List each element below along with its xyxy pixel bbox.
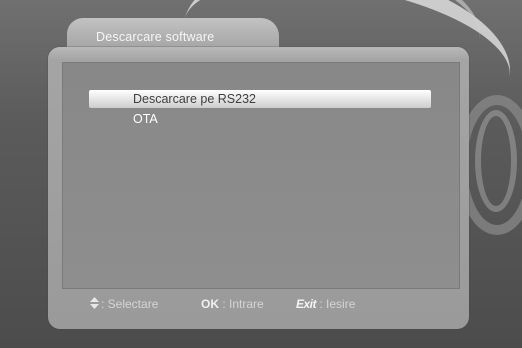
help-exit: Exit : Iesire: [296, 297, 355, 311]
help-exit-text: : Iesire: [319, 297, 356, 311]
help-select-text: : Selectare: [101, 297, 159, 311]
up-down-arrows-icon: [90, 297, 99, 309]
menu-item-label: Descarcare pe RS232: [133, 92, 256, 106]
help-bar: : Selectare OK : Intrare Exit : Iesire: [62, 293, 458, 315]
menu-item-rs232-download[interactable]: Descarcare pe RS232: [89, 90, 431, 108]
help-ok: OK : Intrare: [201, 297, 264, 311]
ok-key-label: OK: [201, 297, 219, 311]
help-select: : Selectare: [90, 297, 158, 311]
background-ring-decoration: [475, 110, 517, 212]
exit-key-label: Exit: [296, 297, 317, 311]
help-ok-text: : Intrare: [222, 297, 264, 311]
page-title: Descarcare software: [96, 30, 215, 44]
menu-item-ota[interactable]: OTA: [89, 110, 431, 128]
menu-item-label: OTA: [133, 112, 158, 126]
panel-top-strip: [48, 47, 469, 61]
